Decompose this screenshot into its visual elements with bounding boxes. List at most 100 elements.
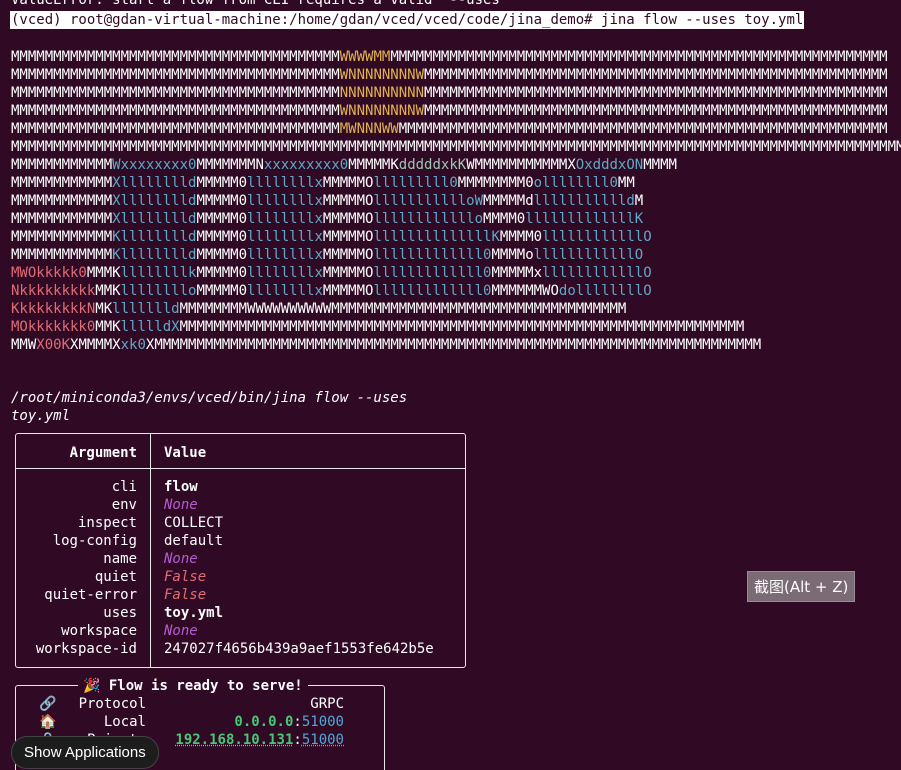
ascii-art-segment: MMMMMO <box>322 193 374 209</box>
ascii-art-segment: WWWWMM <box>339 49 391 65</box>
ascii-art-segment: MMMMMMMMMMMMMMMMMMMMMMMMMMMMMMMMMMMMMMMM… <box>179 319 745 335</box>
ascii-art-segment: X00K <box>36 337 71 353</box>
argument-value: 247027f4656b439a9aef1553fe642b5e <box>164 641 434 657</box>
ascii-art-line: MMMMMMMMMMMMXlllllllldMMMMM0llllllllxMMM… <box>11 192 901 210</box>
ascii-art-segment: MMMMMK <box>348 157 399 173</box>
argument-value: None <box>164 623 198 639</box>
address-host: 192.168.10.131 <box>175 732 294 748</box>
ascii-art-segment: MMMMMMMMMMMM <box>11 211 113 227</box>
ascii-art-segment: MMMMMO <box>322 211 374 227</box>
argument-key: inspect <box>77 515 137 531</box>
ascii-art-line: MMMMMMMMMMMMMMMMMMMMMMMMMMMMMMMMMMMMMMMW… <box>11 66 901 84</box>
ascii-art-line: MWOkkkkk0MMMKllllllllkMMMMM0llllllllxMMM… <box>11 264 901 282</box>
ascii-art-segment: MMMMMMMMMMMMMMMMMMMMMMMMMMMMMMMMMMMMMMM <box>11 49 340 65</box>
ascii-art-segment: llllllllx <box>247 265 323 281</box>
ascii-art-segment: MMMMMMMMMMMM <box>11 157 113 173</box>
ascii-art-segment: lllllllll0 <box>373 175 458 191</box>
address-host: GRPC <box>310 696 344 712</box>
ascii-art-segment: MMMMMMMMMMMMMMMMMMMMMMMMMMMMMMMMMMMMMMM <box>11 103 340 119</box>
ascii-art-segment: MMMM <box>643 157 677 173</box>
ascii-art-segment: KkkkkkkkkN <box>11 301 96 317</box>
argument-row-cli: cli flow <box>16 478 465 496</box>
ascii-art-segment: MMMMMMMMMMMMMMMMMMMMMMMMMMMMMMMMMMMMMMM <box>11 67 340 83</box>
ready-row-label: Protocol <box>78 696 146 712</box>
argument-value: False <box>164 587 207 603</box>
ascii-art-segment: xxxxxxxxx0 <box>263 157 349 173</box>
ascii-art-line: MMMMMMMMMMMMMMMMMMMMMMMMMMMMMMMMMMMMMMMW… <box>11 48 901 66</box>
ascii-art-segment: Klllllllld <box>112 229 197 245</box>
argument-key: env <box>111 497 137 513</box>
ascii-art-segment: MMMMMMMMMMMMMMMMMMMMMMMMMMMMMMMMMMMMMMMM… <box>11 139 901 155</box>
ascii-art-segment: MMMMM0 <box>196 283 248 299</box>
ascii-art-segment: MMMMMMMMWWWWWWWWWWMMMMMMMMMMMMMMMMMMMMMM… <box>179 301 627 317</box>
argument-key: name <box>103 551 137 567</box>
argument-row-workspace: workspace None <box>16 622 465 640</box>
ready-row-label: Local <box>103 714 146 730</box>
command-path-line-continued: toy.yml <box>11 408 71 424</box>
ascii-art-segment: llllllllx <box>247 247 323 263</box>
ascii-art-segment: MMMMMMMMMMMM <box>11 247 113 263</box>
ascii-art-segment: MMMMM0 <box>196 211 248 227</box>
ascii-art-segment: MMMMMMWO <box>491 283 559 299</box>
argument-row-name: name None <box>16 550 465 568</box>
ascii-art-segment: MM <box>617 175 635 191</box>
house-icon: 🏠 <box>39 714 57 730</box>
ready-row-value: 192.168.10.131:51000 <box>175 731 344 749</box>
ascii-art-segment: MK <box>95 301 113 317</box>
ascii-art-segment: llllllllllllO <box>542 265 652 281</box>
argument-table: Argument Value cli flow env None inspect COLL… <box>15 433 466 668</box>
ascii-art-line: MMMMMMMMMMMMXlllllllldMMMMM0llllllllxMMM… <box>11 174 901 192</box>
ascii-art-segment: ollllllll0 <box>533 175 618 191</box>
ascii-art-segment: WNNNNNNNNW <box>339 67 425 83</box>
ascii-art-segment: MMMMMO <box>322 229 374 245</box>
ascii-art-segment: xk0 <box>120 337 146 353</box>
ascii-art-segment: MMMMMMMMMMMM <box>11 193 113 209</box>
ready-panel-title: 🎉 Flow is ready to serve! <box>78 677 308 695</box>
ascii-art-segment: dddddxkK <box>398 157 467 173</box>
ready-row-value: GRPC <box>310 695 344 713</box>
ascii-art-segment: XMMMMMMMMMMMMMMMMMMMMMMMMMMMMMMMMMMMMMMM… <box>145 337 762 353</box>
ascii-art-segment: Xlllllllld <box>112 193 197 209</box>
ascii-art-segment: lllllllllllllK <box>525 211 644 227</box>
ascii-art-line: MMMMMMMMMMMMKlllllllldMMMMM0llllllllxMMM… <box>11 246 901 264</box>
address-separator: : <box>293 732 302 748</box>
ascii-art-segment: llllllllllloW <box>373 193 484 209</box>
ascii-art-segment: MMMMM0 <box>196 265 248 281</box>
argument-value: None <box>164 551 198 567</box>
ascii-art-segment: MMMMMMMMMMMMMMMMMMMMMMMMMMMMMMMMMMMMMMMM… <box>424 103 888 119</box>
ascii-art-segment: dollllllllO <box>558 283 652 299</box>
argument-key: quiet <box>94 569 137 585</box>
ascii-art-segment: lllllllllllll0 <box>373 247 492 263</box>
screenshot-shortcut-tooltip[interactable]: 截图(Alt + Z) <box>747 571 856 602</box>
ascii-art-segment: llllllllllllO <box>533 247 644 263</box>
ascii-art-segment: MMMMMMMMMMMMMMMMMMMMMMMMMMMMMMMMMMMMMMMM… <box>398 121 888 137</box>
header-argument: Argument <box>69 445 137 461</box>
ascii-art-line: MMMMMMMMMMMMMMMMMMMMMMMMMMMMMMMMMMMMMMMM… <box>11 120 901 138</box>
ready-row-local: 🏠 Local 0.0.0.0:51000 <box>16 713 384 731</box>
ascii-art-line: MOkkkkkkk0MMKllllldXMMMMMMMMMMMMMMMMMMMM… <box>11 318 901 336</box>
argument-row-uses: uses toy.yml <box>16 604 465 622</box>
ascii-art-segment: llllldX <box>120 319 180 335</box>
ascii-art-segment: lllllllllllll0 <box>373 265 492 281</box>
ascii-art-segment: MMMMMMMMMMMMMMMMMMMMMMMMMMMMMMMMMMMMMMMM… <box>424 67 888 83</box>
terminal-window[interactable]: ValueError: start a flow from CLI requir… <box>0 0 901 770</box>
ascii-art-segment: MMMMMMMN <box>196 157 264 173</box>
ascii-art-segment: NNNNNNNNNN <box>339 85 425 101</box>
ascii-art-segment: llllllllk <box>120 265 197 281</box>
ascii-art-segment: MOkkkkkkk0 <box>11 319 96 335</box>
ascii-art-segment: MMMMMMMMMMMMMMMMMMMMMMMMMMMMMMMMMMMMMMMM… <box>390 49 888 65</box>
argument-value: None <box>164 497 198 513</box>
ascii-art-segment: MMK <box>95 319 121 335</box>
ascii-art-line: NkkkkkkkkkMMKlllllllloMMMMM0llllllllxMMM… <box>11 282 901 300</box>
argument-row-inspect: inspect COLLECT <box>16 514 465 532</box>
argument-key: quiet-error <box>44 587 137 603</box>
show-applications-tooltip: Show Applications <box>11 736 159 769</box>
argument-row-workspace-id: workspace-id 247027f4656b439a9aef1553fe64… <box>16 640 465 658</box>
ascii-art-segment: MMMMM0 <box>196 247 248 263</box>
header-value: Value <box>164 445 207 461</box>
address-port: 51000 <box>301 714 344 730</box>
shell-prompt-line: (vced) root@gdan-virtual-machine:/home/g… <box>10 11 805 29</box>
ascii-art-line: MMMMMMMMMMMMWxxxxxxxx0MMMMMMMNxxxxxxxxx0… <box>11 156 901 174</box>
ascii-art-line: KkkkkkkkkNMKllllllldMMMMMMMMWWWWWWWWWWMM… <box>11 300 901 318</box>
command-path-line: /root/miniconda3/envs/vced/bin/jina flow… <box>11 390 408 406</box>
